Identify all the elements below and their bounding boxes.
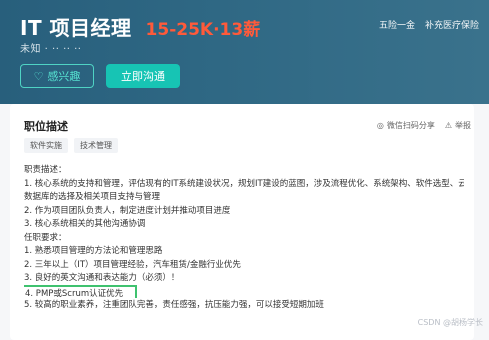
desc-line: 1. 熟悉项目管理的方法论和管理思路 — [24, 246, 163, 256]
benefit-tags: 五险一金 补充医疗保险 — [379, 18, 479, 31]
title-row: IT 项目经理 15-25K·13薪 — [20, 12, 260, 41]
section-title: 职位描述 — [24, 120, 68, 133]
benefit-tag: 五险一金 — [378, 21, 415, 31]
heart-icon: ♡ — [33, 69, 44, 83]
job-title: IT 项目经理 — [20, 16, 132, 40]
chat-label: 立即沟通 — [121, 70, 165, 83]
desc-line: 3. 核心系统相关的其他沟通协调 — [24, 219, 146, 229]
skill-chip: 技术管理 — [74, 138, 118, 153]
job-header: IT 项目经理 15-25K·13薪 五险一金 补充医疗保险 未知 · ·· ·… — [0, 0, 489, 104]
skill-tags: 软件实施 技术管理 — [24, 138, 118, 153]
wechat-share-link[interactable]: ◎ 微信扫码分享 — [377, 120, 435, 131]
skill-chip: 软件实施 — [24, 138, 68, 153]
desc-line: 1. 核心系统的支持和管理，评估现有的IT系统建设状况，规划IT建设的蓝图，涉及… — [24, 178, 464, 189]
desc-line-highlighted: 4. PMP或Scrum认证优先 — [24, 284, 464, 298]
desc-line: 5. 较高的职业素养，注重团队完善，责任感强，抗压能力强，可以接受短期加班 — [24, 300, 324, 310]
job-meta: 未知 · ·· ·· ·· — [20, 44, 82, 55]
desc-line: 任职要求： — [24, 232, 67, 243]
chat-now-button[interactable]: 立即沟通 — [106, 64, 180, 88]
desc-line: 职责描述： — [24, 165, 67, 175]
warning-icon: ⚠ — [444, 121, 452, 130]
desc-line: 3. 良好的英文沟通和表达能力（必须）！ — [24, 273, 180, 283]
share-icon: ◎ — [376, 121, 384, 130]
desc-line: 2. 作为项目团队负责人，制定进度计划并推动项目进度 — [24, 205, 231, 216]
interest-button[interactable]: ♡ 感兴趣 — [20, 64, 94, 88]
highlight-box: 4. PMP或Scrum认证优先 — [24, 284, 138, 298]
description-text: 职责描述： 1. 核心系统的支持和管理，评估现有的IT系统建设状况，规划IT建设… — [24, 163, 464, 312]
watermark: CSDN @胡杨学长 — [417, 318, 483, 327]
card-actions: ◎ 微信扫码分享 ⚠ 举报 — [377, 120, 471, 131]
desc-line: 数据库的选择及相关项目支持与管理 — [24, 192, 161, 202]
salary: 15-25K·13薪 — [145, 20, 261, 40]
desc-line: 2. 三年以上（IT）项目管理经验，汽车租赁/金融行业优先 — [24, 259, 241, 270]
benefit-tag: 补充医疗保险 — [424, 21, 479, 31]
interest-label: 感兴趣 — [47, 70, 81, 83]
report-link[interactable]: ⚠ 举报 — [445, 120, 471, 131]
